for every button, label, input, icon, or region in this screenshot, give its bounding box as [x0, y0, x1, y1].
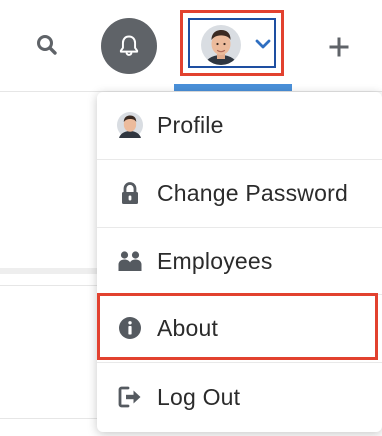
menu-item-label: Log Out	[157, 383, 241, 410]
background-divider	[0, 418, 100, 419]
info-icon	[117, 315, 143, 341]
menu-item-label: Employees	[157, 247, 273, 274]
user-menu-focus-ring	[188, 18, 276, 68]
background-divider	[0, 268, 100, 274]
active-tab-indicator	[174, 84, 292, 91]
user-menu-button[interactable]	[180, 10, 284, 76]
avatar	[201, 25, 241, 65]
lock-icon	[117, 180, 143, 206]
people-icon	[117, 248, 143, 274]
plus-icon	[329, 37, 349, 57]
avatar-icon	[117, 112, 143, 138]
background-divider	[0, 285, 100, 286]
menu-item-label: About	[157, 314, 219, 341]
logout-icon	[117, 384, 143, 410]
search-button[interactable]	[32, 30, 62, 60]
menu-item-log-out[interactable]: Log Out	[97, 364, 382, 430]
app-screen: Profile Change Password Employees About …	[0, 0, 382, 436]
menu-divider	[97, 362, 382, 363]
notifications-button[interactable]	[101, 18, 157, 74]
menu-item-profile[interactable]: Profile	[97, 92, 382, 158]
bell-icon	[119, 35, 139, 56]
menu-item-employees[interactable]: Employees	[97, 228, 382, 294]
menu-item-about[interactable]: About	[97, 295, 382, 361]
user-dropdown-menu: Profile Change Password Employees About …	[97, 92, 382, 432]
menu-item-label: Profile	[157, 111, 224, 138]
menu-item-label: Change Password	[157, 179, 348, 206]
add-button[interactable]	[322, 30, 356, 64]
search-icon	[37, 35, 57, 55]
menu-item-change-password[interactable]: Change Password	[97, 160, 382, 226]
top-navbar	[0, 0, 382, 92]
chevron-down-icon	[255, 39, 271, 49]
